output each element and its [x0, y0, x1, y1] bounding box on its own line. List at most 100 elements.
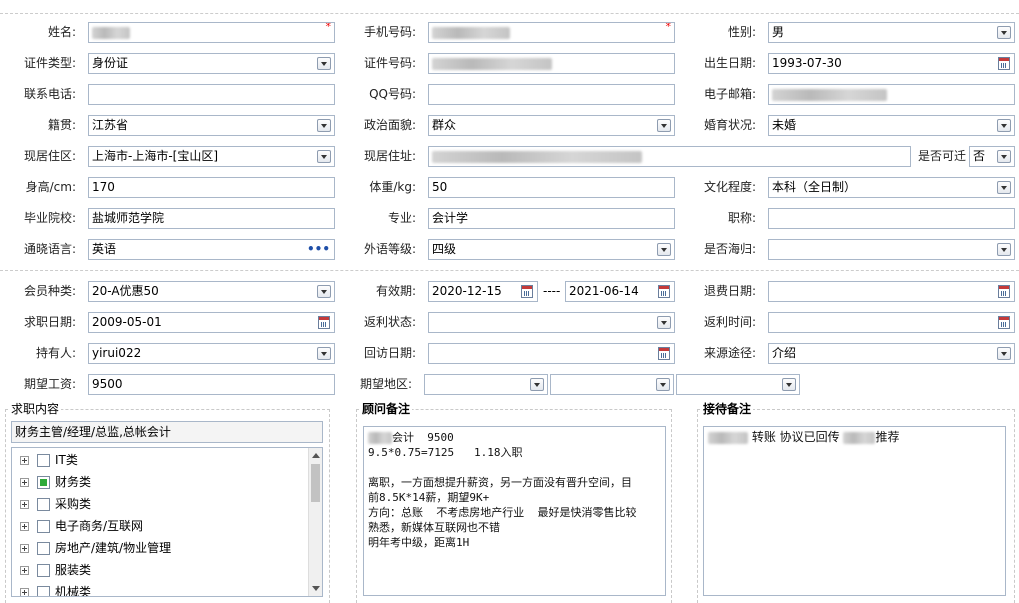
tree-item-it[interactable]: IT类: [20, 450, 78, 470]
region-city-select[interactable]: [550, 374, 674, 395]
refund-date-input[interactable]: [768, 281, 1015, 302]
chevron-down-icon[interactable]: [997, 150, 1011, 163]
tree-item-machinery[interactable]: 机械类: [20, 582, 91, 596]
consultant-notes-textarea[interactable]: 会计 9500 9.5*0.75=7125 1.18入职 离职，一方面想提升薪资…: [363, 426, 666, 596]
id-type-select[interactable]: 身份证: [88, 53, 335, 74]
reception-notes-textarea[interactable]: 转账 协议已回传 推荐: [703, 426, 1006, 596]
checkbox[interactable]: [37, 520, 50, 533]
tel-input[interactable]: [88, 84, 335, 105]
salary-input[interactable]: 9500: [88, 374, 335, 395]
calendar-icon[interactable]: [521, 285, 533, 298]
calendar-icon[interactable]: [998, 285, 1010, 298]
region-district-select[interactable]: [676, 374, 800, 395]
scroll-up-icon[interactable]: [312, 453, 320, 458]
expand-icon[interactable]: [20, 500, 29, 509]
chevron-down-icon[interactable]: [317, 119, 331, 132]
tree-scrollbar[interactable]: [308, 448, 322, 596]
calendar-icon[interactable]: [658, 347, 670, 360]
checkbox[interactable]: [37, 586, 50, 596]
chevron-down-icon[interactable]: [317, 347, 331, 360]
tree-item-ecommerce[interactable]: 电子商务/互联网: [20, 516, 143, 536]
school-input[interactable]: 盐城师范学院: [88, 208, 335, 229]
chevron-down-icon[interactable]: [997, 243, 1011, 256]
chevron-down-icon[interactable]: [997, 26, 1011, 39]
marital-select[interactable]: 未婚: [768, 115, 1015, 136]
valid-to-input[interactable]: 2021-06-14: [565, 281, 675, 302]
tree-item-realestate[interactable]: 房地产/建筑/物业管理: [20, 538, 171, 558]
edu-select[interactable]: 本科（全日制）: [768, 177, 1015, 198]
source-select[interactable]: 介绍: [768, 343, 1015, 364]
checkbox[interactable]: [37, 498, 50, 511]
chevron-down-icon[interactable]: [997, 347, 1011, 360]
expand-icon[interactable]: [20, 566, 29, 575]
title-input[interactable]: [768, 208, 1015, 229]
chevron-down-icon[interactable]: [657, 316, 671, 329]
major-input[interactable]: 会计学: [428, 208, 675, 229]
relocate-select[interactable]: 否: [969, 146, 1015, 167]
expand-icon[interactable]: [20, 544, 29, 553]
address-input[interactable]: [428, 146, 911, 167]
chevron-down-icon[interactable]: [657, 119, 671, 132]
chevron-down-icon[interactable]: [656, 378, 670, 391]
top-divider: [0, 13, 1019, 14]
rebate-select[interactable]: [428, 312, 675, 333]
more-icon[interactable]: •••: [307, 243, 330, 255]
scroll-thumb[interactable]: [311, 464, 320, 502]
name-input[interactable]: *: [88, 22, 335, 43]
qq-input[interactable]: [428, 84, 675, 105]
chevron-down-icon[interactable]: [317, 57, 331, 70]
rebate-time-input[interactable]: [768, 312, 1015, 333]
phone-input[interactable]: *: [428, 22, 675, 43]
required-mark: *: [325, 22, 332, 33]
overseas-select[interactable]: [768, 239, 1015, 260]
region-province-select[interactable]: [424, 374, 548, 395]
chevron-down-icon[interactable]: [530, 378, 544, 391]
checkbox[interactable]: [37, 564, 50, 577]
checkbox-checked[interactable]: [37, 476, 50, 489]
political-select[interactable]: 群众: [428, 115, 675, 136]
birth-date-input[interactable]: 1993-07-30: [768, 53, 1015, 74]
required-mark: *: [665, 22, 672, 33]
id-no-input[interactable]: [428, 53, 675, 74]
member-type-value: 20-A优惠50: [92, 284, 159, 298]
lang-input[interactable]: 英语 •••: [88, 239, 335, 260]
salary-label: 期望工资:: [23, 377, 76, 391]
calendar-icon[interactable]: [998, 57, 1010, 70]
checkbox[interactable]: [37, 542, 50, 555]
chevron-down-icon[interactable]: [657, 243, 671, 256]
tree-item-purchase[interactable]: 采购类: [20, 494, 91, 514]
expand-icon[interactable]: [20, 588, 29, 596]
calendar-icon[interactable]: [318, 316, 330, 329]
expand-icon[interactable]: [20, 478, 29, 487]
height-input[interactable]: 170: [88, 177, 335, 198]
scroll-down-icon[interactable]: [312, 586, 320, 591]
jobdate-input[interactable]: 2009-05-01: [88, 312, 335, 333]
member-type-select[interactable]: 20-A优惠50: [88, 281, 335, 302]
tree-item-finance[interactable]: 财务类: [20, 472, 91, 492]
chevron-down-icon[interactable]: [997, 181, 1011, 194]
calendar-icon[interactable]: [658, 285, 670, 298]
note-text: 转账 协议已回传: [751, 430, 840, 444]
visit-date-input[interactable]: [428, 343, 675, 364]
valid-from-input[interactable]: 2020-12-15: [428, 281, 538, 302]
name-label: 姓名:: [47, 25, 76, 39]
birth-label: 出生日期:: [703, 56, 756, 70]
expand-icon[interactable]: [20, 522, 29, 531]
expand-icon[interactable]: [20, 456, 29, 465]
native-select[interactable]: 江苏省: [88, 115, 335, 136]
weight-input[interactable]: 50: [428, 177, 675, 198]
tree-item-clothing[interactable]: 服装类: [20, 560, 91, 580]
area-select[interactable]: 上海市-上海市-[宝山区]: [88, 146, 335, 167]
chevron-down-icon[interactable]: [317, 150, 331, 163]
holder-select[interactable]: yirui022: [88, 343, 335, 364]
valid-to-value: 2021-06-14: [569, 284, 639, 298]
level-select[interactable]: 四级: [428, 239, 675, 260]
calendar-icon[interactable]: [998, 316, 1010, 329]
chevron-down-icon[interactable]: [997, 119, 1011, 132]
chevron-down-icon[interactable]: [317, 285, 331, 298]
email-input[interactable]: [768, 84, 1015, 105]
gender-select[interactable]: 男: [768, 22, 1015, 43]
chevron-down-icon[interactable]: [782, 378, 796, 391]
checkbox[interactable]: [37, 454, 50, 467]
lang-label: 通晓语言:: [23, 242, 76, 256]
